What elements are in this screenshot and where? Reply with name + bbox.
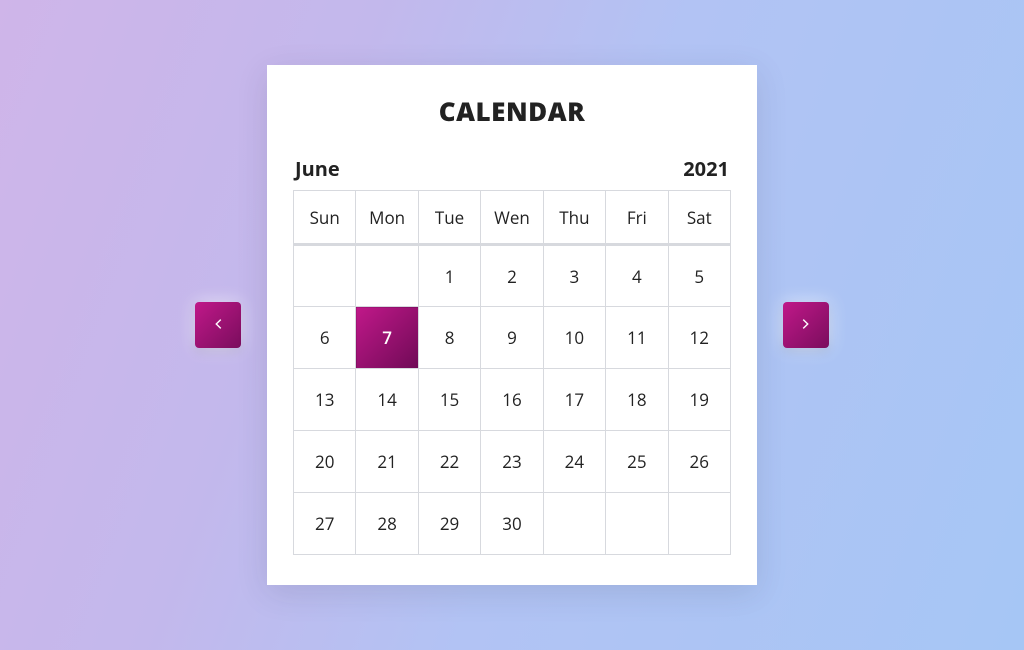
day-cell-empty [606, 493, 668, 555]
weekday-header: Wen [481, 191, 543, 245]
weekday-header: Fri [606, 191, 668, 245]
day-cell[interactable]: 11 [606, 307, 668, 369]
day-cell[interactable]: 17 [543, 369, 605, 431]
day-cell[interactable]: 15 [418, 369, 480, 431]
weekday-header: Mon [356, 191, 418, 245]
day-cell[interactable]: 18 [606, 369, 668, 431]
day-cell[interactable]: 26 [668, 431, 730, 493]
day-cell-empty [668, 493, 730, 555]
day-cell[interactable]: 1 [418, 245, 480, 307]
day-cell[interactable]: 7 [356, 307, 418, 369]
day-cell-empty [356, 245, 418, 307]
day-cell[interactable]: 19 [668, 369, 730, 431]
day-cell[interactable]: 27 [294, 493, 356, 555]
day-cell[interactable]: 5 [668, 245, 730, 307]
weekday-header: Sun [294, 191, 356, 245]
day-cell[interactable]: 6 [294, 307, 356, 369]
day-cell[interactable]: 4 [606, 245, 668, 307]
day-cell[interactable]: 28 [356, 493, 418, 555]
day-cell[interactable]: 10 [543, 307, 605, 369]
calendar-card: CALENDAR June 2021 SunMonTueWenThuFriSat… [267, 65, 757, 585]
day-cell[interactable]: 21 [356, 431, 418, 493]
next-month-button[interactable] [783, 302, 829, 348]
chevron-right-icon [798, 316, 814, 335]
weekday-header: Thu [543, 191, 605, 245]
day-cell-empty [294, 245, 356, 307]
prev-month-button[interactable] [195, 302, 241, 348]
day-cell[interactable]: 9 [481, 307, 543, 369]
calendar-grid: SunMonTueWenThuFriSat 123456789101112131… [293, 190, 731, 555]
day-cell[interactable]: 2 [481, 245, 543, 307]
day-cell[interactable]: 20 [294, 431, 356, 493]
chevron-left-icon [210, 316, 226, 335]
weekday-header: Tue [418, 191, 480, 245]
day-cell[interactable]: 8 [418, 307, 480, 369]
day-cell[interactable]: 22 [418, 431, 480, 493]
year-label: 2021 [683, 155, 729, 182]
day-cell[interactable]: 14 [356, 369, 418, 431]
weekday-header: Sat [668, 191, 730, 245]
day-cell[interactable]: 12 [668, 307, 730, 369]
day-cell[interactable]: 16 [481, 369, 543, 431]
day-cell[interactable]: 29 [418, 493, 480, 555]
day-cell[interactable]: 23 [481, 431, 543, 493]
day-cell[interactable]: 25 [606, 431, 668, 493]
month-year-row: June 2021 [293, 155, 731, 182]
day-cell[interactable]: 3 [543, 245, 605, 307]
day-cell-empty [543, 493, 605, 555]
day-cell[interactable]: 30 [481, 493, 543, 555]
day-cell[interactable]: 13 [294, 369, 356, 431]
month-label: June [295, 155, 340, 182]
day-cell[interactable]: 24 [543, 431, 605, 493]
calendar-title: CALENDAR [293, 93, 731, 129]
